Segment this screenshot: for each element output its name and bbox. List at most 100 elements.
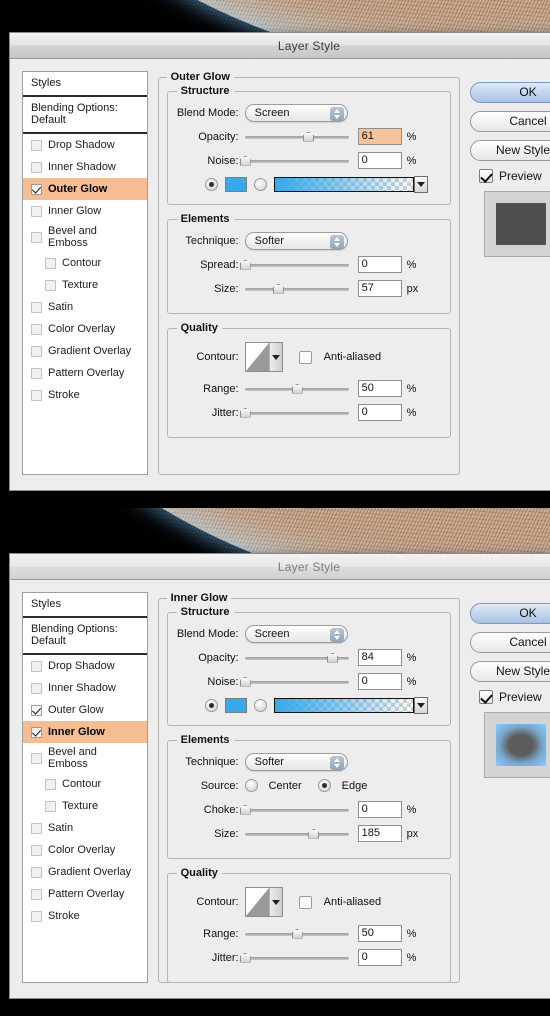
checked-checkbox-icon[interactable] [31,704,42,716]
opacity-slider-thumb[interactable] [326,652,338,663]
range-slider-thumb[interactable] [291,383,303,394]
unchecked-checkbox-icon[interactable] [45,279,56,291]
unchecked-checkbox-icon[interactable] [45,778,56,790]
noise-slider[interactable] [239,154,349,168]
effect-row-outer-glow[interactable]: Outer Glow [23,178,147,200]
effect-row-texture[interactable]: Texture [23,274,147,296]
size-slider-thumb[interactable] [272,283,284,294]
jitter-slider[interactable] [239,406,349,420]
jitter-input[interactable]: 0 [357,949,402,966]
unchecked-checkbox-icon[interactable] [31,660,42,672]
gradient-radio[interactable] [253,178,267,191]
unchecked-checkbox-icon[interactable] [31,888,42,900]
effect-row-inner-glow[interactable]: Inner Glow [23,721,147,743]
cancel-button[interactable]: Cancel [470,111,550,132]
effect-row-inner-shadow[interactable]: Inner Shadow [23,677,147,699]
new-style-button[interactable]: New Style... [470,661,550,682]
opacity-input[interactable]: 61 [357,128,402,145]
unchecked-checkbox-icon[interactable] [31,345,42,357]
contour-picker[interactable] [244,342,283,372]
unchecked-checkbox-icon[interactable] [31,205,42,217]
effect-row-bevel-and-emboss[interactable]: Bevel and Emboss [23,743,147,773]
source-center-radio[interactable] [244,779,258,792]
spread-slider[interactable] [239,258,349,272]
opacity-slider-thumb[interactable] [303,131,315,142]
unchecked-checkbox-icon[interactable] [31,822,42,834]
effect-row-outer-glow[interactable]: Outer Glow [23,699,147,721]
preview-checkbox[interactable] [479,690,493,704]
effect-row-color-overlay[interactable]: Color Overlay [23,839,147,861]
effect-row-inner-shadow[interactable]: Inner Shadow [23,156,147,178]
preview-control[interactable]: Preview [479,690,550,704]
range-slider[interactable] [244,382,349,396]
preview-control[interactable]: Preview [479,169,550,183]
effect-row-color-overlay[interactable]: Color Overlay [23,318,147,340]
gradient-preview[interactable] [273,177,414,192]
gradient-radio[interactable] [253,699,267,712]
unchecked-checkbox-icon[interactable] [31,367,42,379]
unchecked-checkbox-icon[interactable] [31,139,42,151]
source-edge-radio[interactable] [317,779,331,792]
range-slider[interactable] [244,927,349,941]
glow-color-swatch[interactable] [224,177,247,192]
effect-row-bevel-and-emboss[interactable]: Bevel and Emboss [23,222,147,252]
stepper-arrows-icon[interactable] [329,627,344,642]
technique-select[interactable]: Softer [244,752,348,771]
preview-checkbox[interactable] [479,169,493,183]
unchecked-checkbox-icon[interactable] [31,910,42,922]
glow-color-swatch[interactable] [224,698,247,713]
unchecked-checkbox-icon[interactable] [31,301,42,313]
cancel-button[interactable]: Cancel [470,632,550,653]
effect-row-contour[interactable]: Contour [23,252,147,274]
unchecked-checkbox-icon[interactable] [31,682,42,694]
checked-checkbox-icon[interactable] [31,183,42,195]
noise-input[interactable]: 0 [357,152,402,169]
unchecked-checkbox-icon[interactable] [31,323,42,335]
effect-row-satin[interactable]: Satin [23,817,147,839]
unchecked-checkbox-icon[interactable] [31,752,42,764]
stepper-arrows-icon[interactable] [329,755,344,770]
effect-row-gradient-overlay[interactable]: Gradient Overlay [23,861,147,883]
range-slider-thumb[interactable] [291,928,303,939]
contour-dropdown-button[interactable] [268,343,282,371]
effect-row-pattern-overlay[interactable]: Pattern Overlay [23,362,147,384]
unchecked-checkbox-icon[interactable] [45,800,56,812]
opacity-slider[interactable] [244,130,349,144]
spread-slider[interactable] [239,803,349,817]
effect-row-stroke[interactable]: Stroke [23,905,147,927]
gradient-preview[interactable] [273,698,414,713]
gradient-dropdown-button[interactable] [413,697,428,714]
spread-input[interactable]: 0 [357,256,402,273]
spread-input[interactable]: 0 [357,801,402,818]
effect-row-drop-shadow[interactable]: Drop Shadow [23,134,147,156]
unchecked-checkbox-icon[interactable] [31,161,42,173]
anti-aliased-control[interactable]: Anti-aliased [298,350,381,364]
noise-input[interactable]: 0 [357,673,402,690]
blending-options-row[interactable]: Blending Options: Default [23,618,147,655]
ok-button[interactable]: OK [470,603,550,624]
range-input[interactable]: 50 [357,925,402,942]
unchecked-checkbox-icon[interactable] [31,389,42,401]
gradient-picker[interactable] [273,176,428,193]
effect-row-texture[interactable]: Texture [23,795,147,817]
gradient-picker[interactable] [273,697,428,714]
blend-mode-select[interactable]: Screen [244,103,348,122]
new-style-button[interactable]: New Style... [470,140,550,161]
jitter-slider[interactable] [239,951,349,965]
contour-dropdown-button[interactable] [268,888,282,916]
anti-aliased-checkbox[interactable] [298,350,312,364]
unchecked-checkbox-icon[interactable] [31,866,42,878]
effect-row-satin[interactable]: Satin [23,296,147,318]
size-input[interactable]: 185 [357,825,402,842]
contour-picker[interactable] [244,887,283,917]
effect-row-stroke[interactable]: Stroke [23,384,147,406]
anti-aliased-control[interactable]: Anti-aliased [298,895,381,909]
opacity-input[interactable]: 84 [357,649,402,666]
anti-aliased-checkbox[interactable] [298,895,312,909]
effect-row-pattern-overlay[interactable]: Pattern Overlay [23,883,147,905]
unchecked-checkbox-icon[interactable] [31,844,42,856]
solid-color-radio[interactable] [204,178,218,191]
size-input[interactable]: 57 [357,280,402,297]
technique-select[interactable]: Softer [244,231,348,250]
size-slider[interactable] [244,282,349,296]
